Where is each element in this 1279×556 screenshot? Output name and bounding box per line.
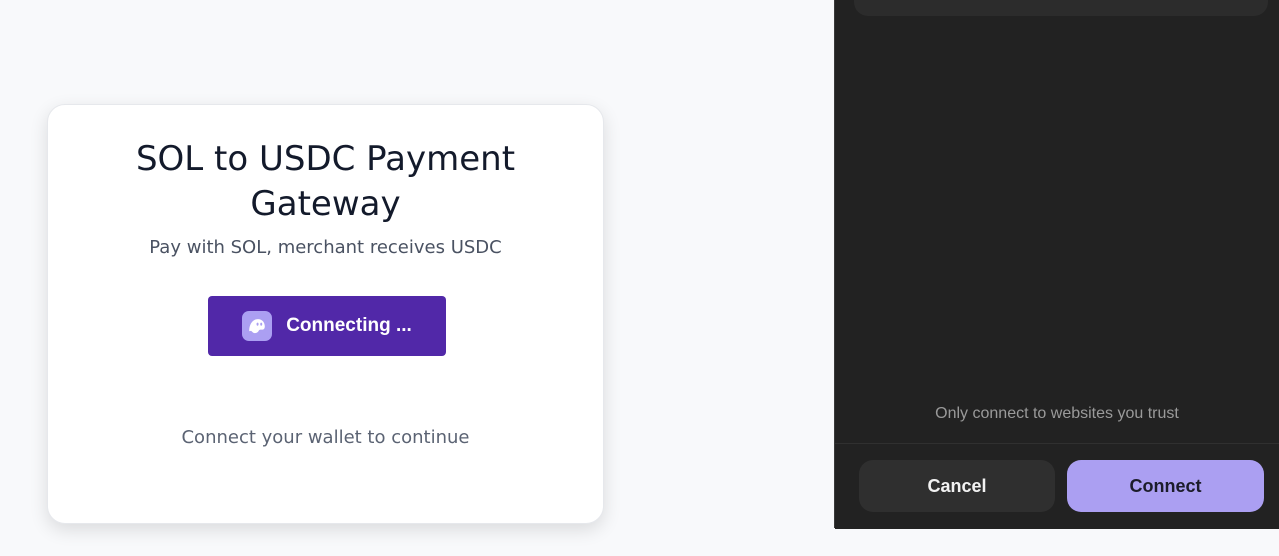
payment-card: SOL to USDC Payment Gateway Pay with SOL… xyxy=(47,104,604,524)
page-subtitle: Pay with SOL, merchant receives USDC xyxy=(149,237,502,258)
connect-wallet-button[interactable]: Connecting ... xyxy=(208,296,446,356)
wallet-connect-popup: Only connect to websites you trust Cance… xyxy=(835,0,1279,529)
popup-footer: Cancel Connect xyxy=(835,443,1279,529)
phantom-ghost-icon xyxy=(242,311,273,341)
connect-button[interactable]: Connect xyxy=(1067,460,1264,512)
page-title: SOL to USDC Payment Gateway xyxy=(135,139,516,224)
connect-hint: Connect your wallet to continue xyxy=(181,427,470,448)
popup-top-section xyxy=(854,0,1268,16)
trust-warning: Only connect to websites you trust xyxy=(935,405,1179,422)
cancel-button[interactable]: Cancel xyxy=(859,460,1055,512)
connect-wallet-button-label: Connecting ... xyxy=(286,315,412,336)
page: SOL to USDC Payment Gateway Pay with SOL… xyxy=(0,0,1279,556)
